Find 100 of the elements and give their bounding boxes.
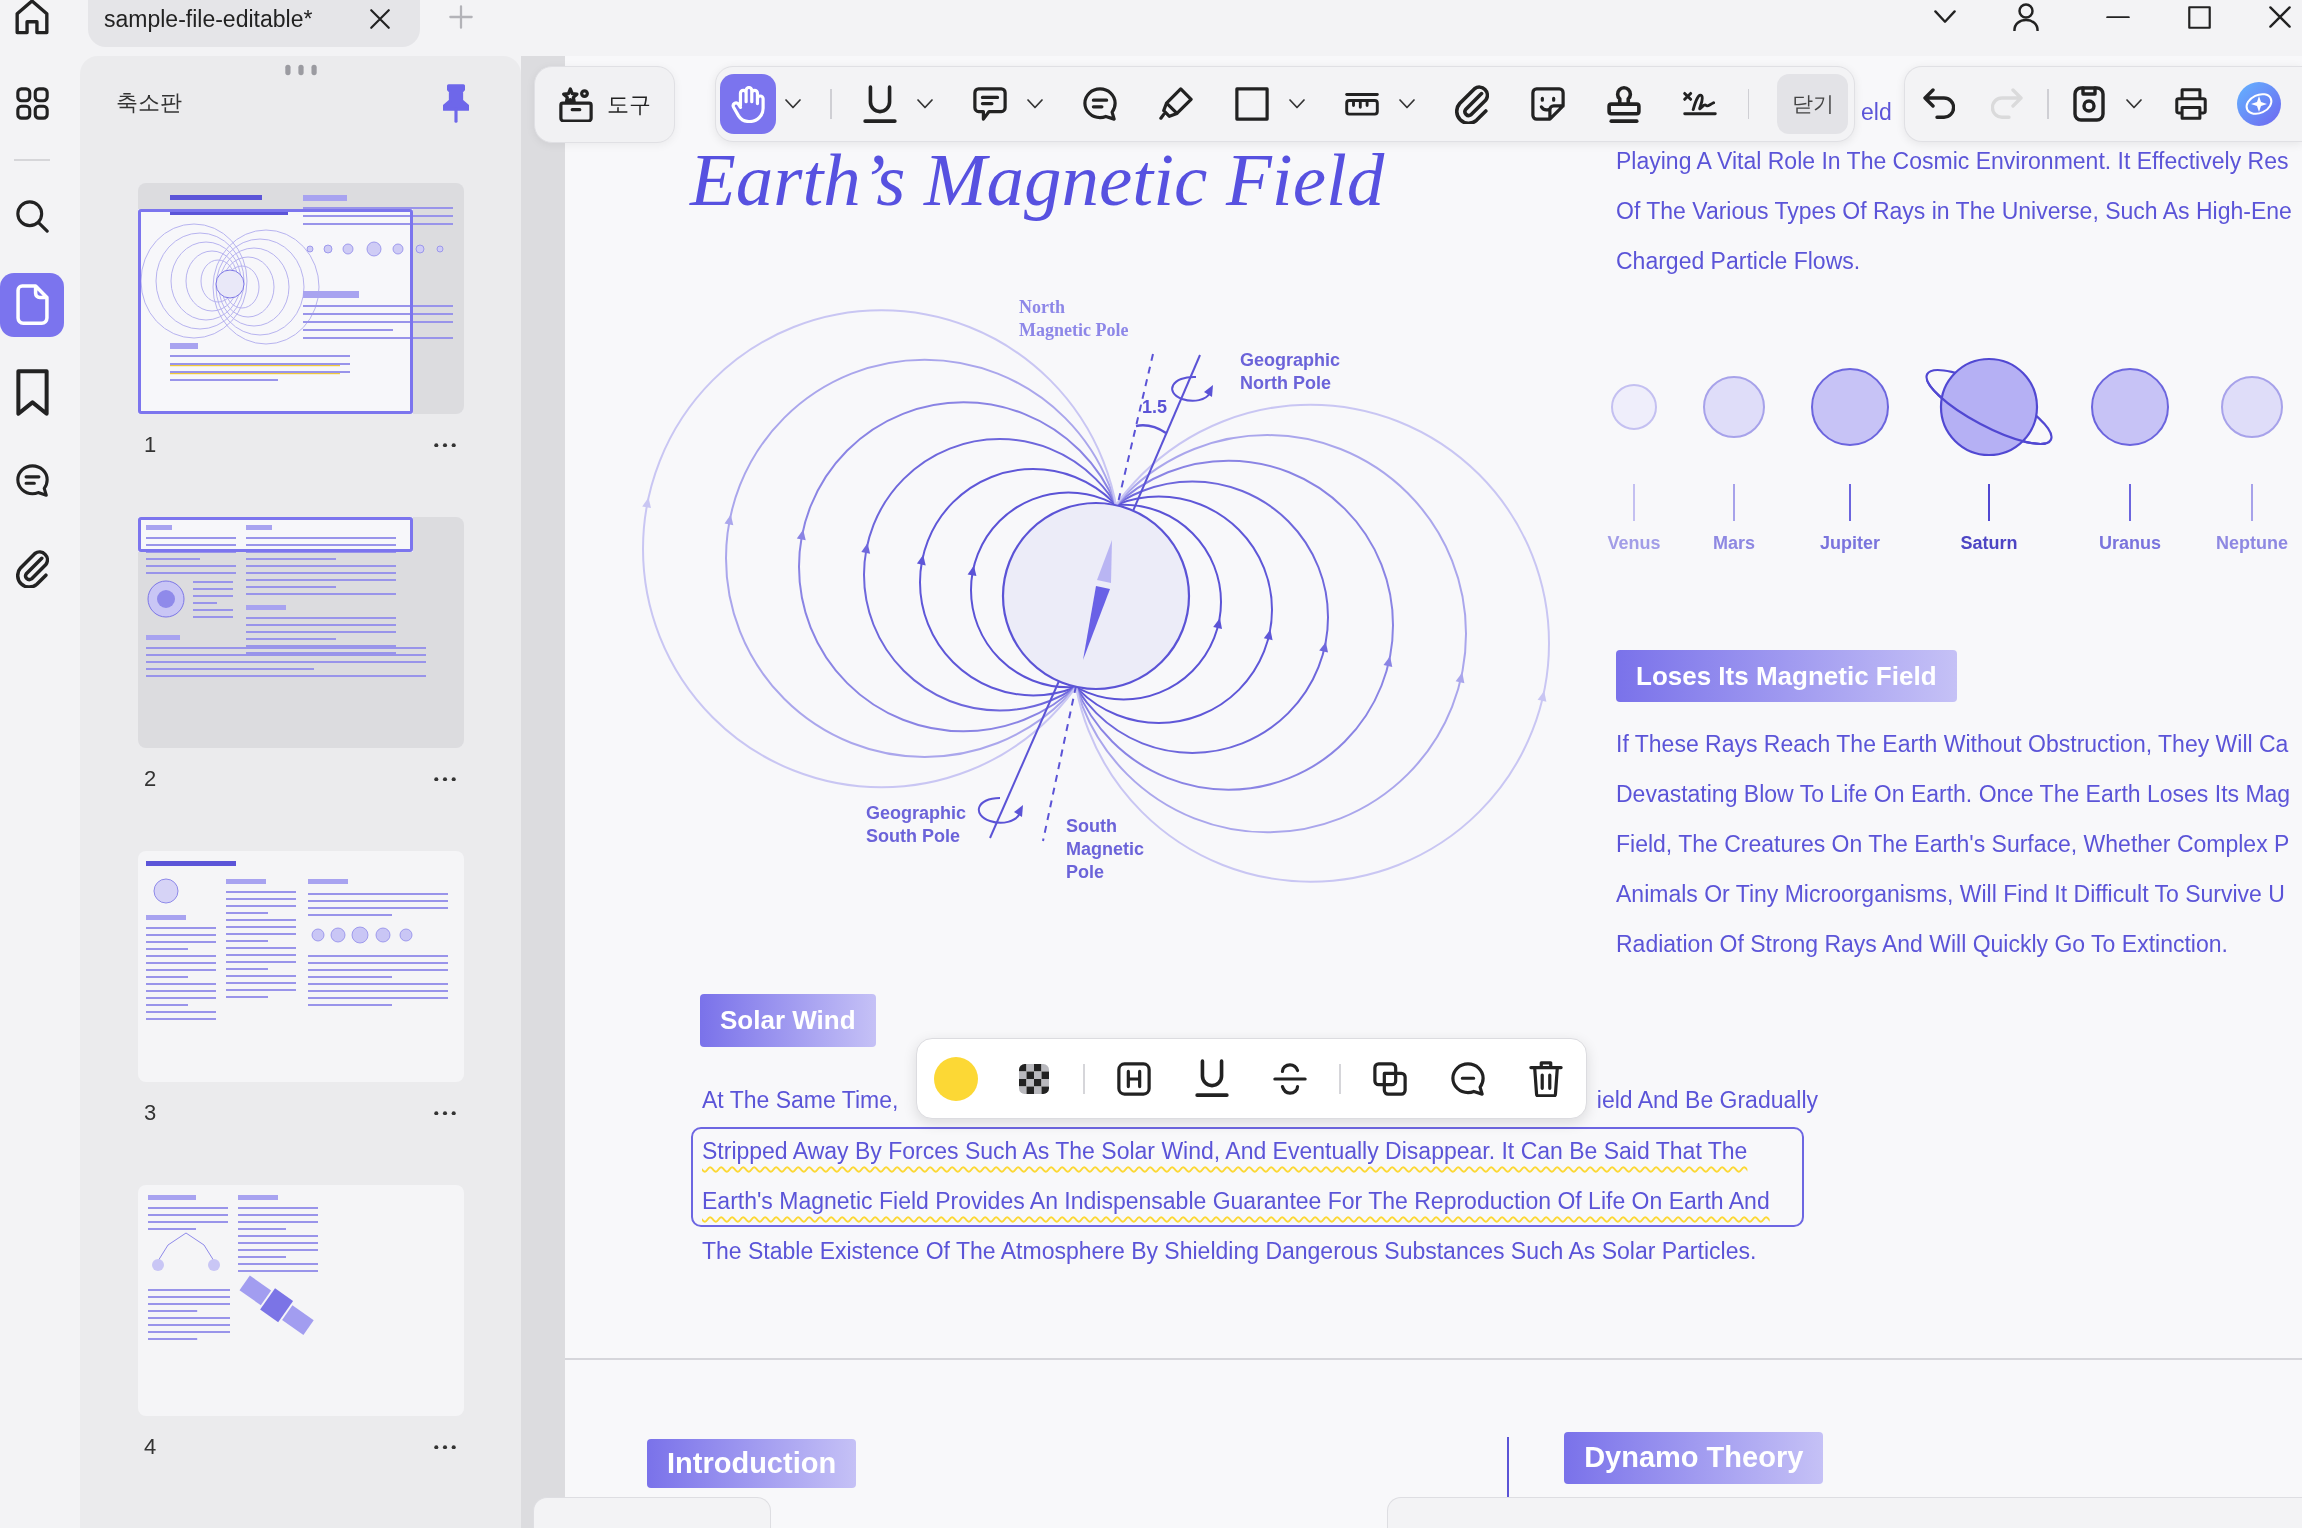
rotation-arrow [1171, 376, 1213, 402]
assistant-icon [2236, 82, 2281, 126]
hand-icon [731, 85, 765, 123]
ruler-icon [1344, 92, 1379, 116]
paperclip-icon [1454, 83, 1489, 125]
planet-label: Saturn [1960, 533, 2018, 553]
page-thumbnail[interactable] [138, 1185, 464, 1416]
diagram-label: 1.5 [1142, 397, 1168, 417]
pin-icon [443, 83, 469, 123]
planet-label: Uranus [2099, 533, 2161, 553]
highlighted-text: Stripped Away By Forces Such As The Solar Wind, And Eventually Disappear. It Can Be Said That The Earth's Magnetic Field Provides An Indispensable Guarantee For The Reproduction Of Life On Earth And [702, 1137, 1771, 1216]
chevron-down-icon [916, 99, 933, 109]
diagram-label: Geographic South Pole [866, 803, 967, 846]
trash-icon [1529, 1059, 1563, 1098]
close-icon [370, 8, 390, 29]
diagram-label: Geographic North Pole [1240, 350, 1341, 393]
hand-tool-button[interactable] [720, 74, 776, 134]
highlighter-icon [1158, 87, 1193, 121]
section-heading: Loses Its Magnetic Field [1616, 650, 1957, 702]
page-number: 4 [144, 1433, 158, 1461]
leader-line [1633, 484, 1635, 521]
note-icon [972, 87, 1007, 121]
tools-button[interactable]: 도구 [534, 66, 675, 143]
planet [1702, 375, 1766, 439]
more-icon [434, 776, 456, 782]
selection-frame[interactable]: Stripped Away By Forces Such As The Solar Wind, And Eventually Disappear. It Can Be Said That The Earth's Magnetic Field Provides An Indispensable Guarantee For The Reproduction Of Life On Earth And [691, 1127, 1804, 1227]
redo-icon [1991, 88, 2023, 120]
section-heading: Introduction [647, 1438, 857, 1488]
planet [1610, 383, 1658, 431]
comment-icon [1082, 87, 1117, 121]
undo-icon [1923, 88, 1955, 120]
more-button[interactable] [434, 440, 456, 450]
plus-icon [449, 5, 473, 29]
comment-icon [1451, 1061, 1485, 1096]
page-icon [15, 283, 49, 326]
bookmark-icon [15, 368, 49, 417]
more-icon [434, 1444, 456, 1450]
rectangle-icon [1234, 87, 1269, 121]
document-tab[interactable]: sample-file-editable* [88, 0, 420, 47]
chevron-down-icon [1398, 99, 1415, 109]
chevron-down-icon [1934, 10, 1956, 24]
page-thumbnail[interactable] [138, 517, 464, 748]
leader-line [1733, 484, 1735, 521]
copy-icon [1373, 1061, 1407, 1096]
more-button[interactable] [434, 1442, 456, 1452]
angle-arc [1135, 424, 1167, 435]
strikethrough-icon [1273, 1061, 1307, 1096]
minimize-icon [2106, 15, 2130, 19]
underline-icon [1195, 1059, 1229, 1098]
chevron-down-icon [1288, 99, 1305, 109]
home-icon [15, 0, 49, 35]
viewport-frame[interactable] [138, 209, 413, 414]
planet-label: Mars [1713, 533, 1755, 553]
maximize-icon [2187, 5, 2211, 29]
toolbox-icon [559, 86, 593, 123]
search-icon [15, 200, 49, 233]
stamp-icon [1606, 84, 1641, 124]
printer-icon [2174, 88, 2207, 120]
more-icon [434, 442, 456, 448]
signature-icon [1682, 90, 1717, 118]
more-button[interactable] [434, 774, 456, 784]
chevron-down-icon [2125, 99, 2142, 109]
grid-icon [15, 86, 49, 120]
rotation-arrow [977, 797, 1023, 824]
leader-line [1988, 484, 1990, 521]
body-text: The Stable Existence Of The Atmosphere By Shielding Dangerous Substances Such As Solar Particles. [702, 1237, 1757, 1266]
page-thumbnail[interactable] [138, 851, 464, 1082]
chevron-down-icon [1026, 99, 1043, 109]
leader-line [2251, 484, 2253, 521]
comment-icon [15, 464, 49, 497]
page-number: 1 [144, 431, 158, 459]
planet-label: Jupiter [1820, 533, 1880, 553]
section-heading: Solar Wind [700, 994, 876, 1047]
underline-icon [862, 84, 897, 124]
paragraph: Playing A Vital Role In The Cosmic Environment. It Effectively Res Of The Various Types Of Rays in The Universe, Such As High-Ene Charged Particle Flows. [1616, 147, 2292, 276]
save-icon [2072, 86, 2105, 122]
diagram-label: North Magnetic Pole [1019, 297, 1129, 340]
text-box-icon [1117, 1061, 1151, 1096]
close-icon [2269, 6, 2291, 28]
paragraph: If These Rays Reach The Earth Without Obstruction, They Will Ca Devastating Blow To Life On Earth. Once The Earth Loses Its Mag Field, The Creatures On The Earth's Surface, Whether Complex P Animals Or Tiny Microorganisms, Will Find It Difficult To Survive U Radiation Of Strong Rays And Will Quickly Go To Extinction. [1616, 730, 2291, 959]
section-heading: Dynamo Theory [1564, 1431, 1824, 1484]
planet-label: Venus [1607, 533, 1661, 553]
planet-label: Neptune [2216, 533, 2288, 553]
drag-handle-icon [283, 64, 318, 76]
more-button[interactable] [434, 1108, 456, 1118]
page-number: 2 [144, 765, 158, 793]
page-thumbnail[interactable] [138, 183, 464, 414]
leader-line [1849, 484, 1851, 521]
more-icon [434, 1110, 456, 1116]
body-text: At The Same Time, [702, 1086, 899, 1115]
checkerboard-icon [1019, 1063, 1049, 1094]
close-toolbar-button[interactable]: 닫기 [1777, 74, 1848, 134]
planet [2220, 375, 2284, 439]
diagram-label: South Magnetic Pole [1066, 816, 1144, 882]
viewport-frame[interactable] [138, 517, 413, 552]
leader-line [2129, 484, 2131, 521]
panel-title: 축소판 [116, 89, 183, 117]
page-number: 3 [144, 1099, 158, 1127]
paperclip-icon [15, 548, 49, 589]
body-text: ield And Be Gradually [1596, 1086, 1818, 1115]
